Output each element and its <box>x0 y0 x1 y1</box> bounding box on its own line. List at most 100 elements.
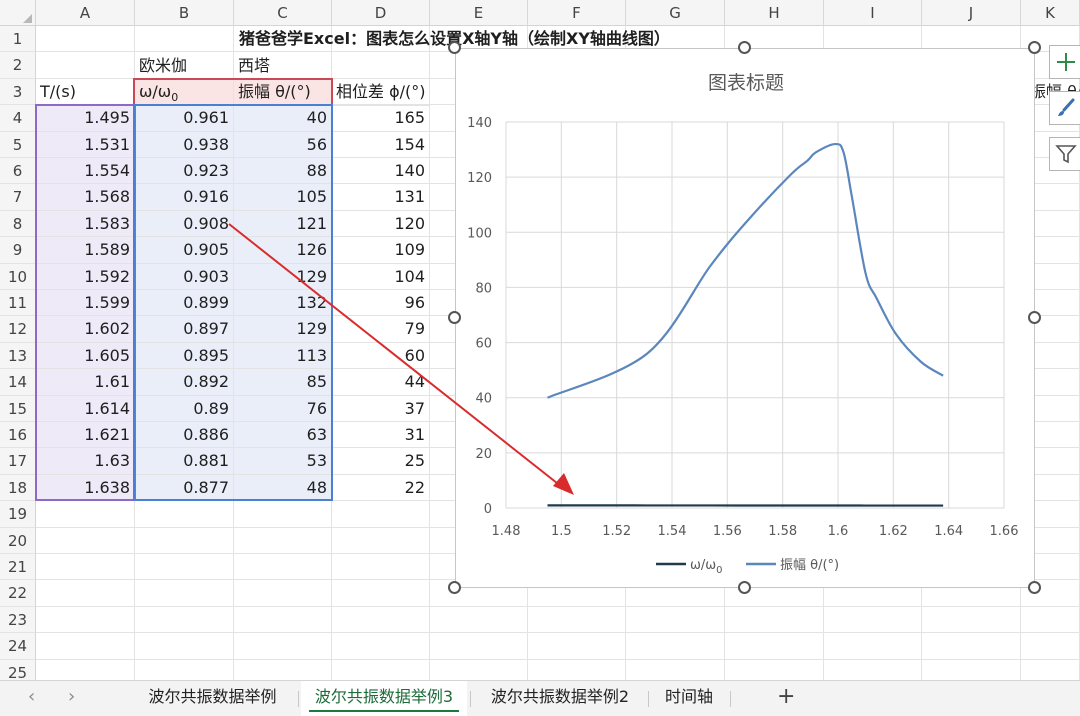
grid-cell[interactable] <box>332 554 430 581</box>
data-cell[interactable]: 1.614 <box>36 395 135 422</box>
tab-sheet-2[interactable]: 波尔共振数据举例2 <box>476 681 644 716</box>
data-cell[interactable]: 1.638 <box>36 474 135 502</box>
data-cell[interactable]: 1.531 <box>36 131 135 158</box>
prev-sheet-arrow[interactable]: ‹ <box>28 681 35 716</box>
grid-cell[interactable] <box>36 52 135 79</box>
row-number[interactable]: 5 <box>0 131 36 158</box>
grid-cell[interactable] <box>135 659 234 680</box>
grid-cell[interactable] <box>234 554 332 581</box>
data-cell[interactable]: 113 <box>234 342 332 370</box>
data-cell[interactable]: 129 <box>234 263 332 290</box>
column-header-d[interactable]: D <box>332 0 430 26</box>
column-header-c[interactable]: C <box>234 0 332 26</box>
data-cell[interactable]: 1.63 <box>36 448 135 475</box>
row-number[interactable]: 18 <box>0 474 36 502</box>
row-number[interactable]: 15 <box>0 395 36 422</box>
data-cell[interactable]: 0.961 <box>135 105 234 132</box>
b2-cell[interactable]: 欧米伽 <box>135 53 234 79</box>
grid-cell[interactable] <box>528 633 626 660</box>
row-number[interactable]: 6 <box>0 158 36 185</box>
resize-handle-bottom-right[interactable] <box>1028 581 1041 594</box>
row-number[interactable]: 13 <box>0 342 36 370</box>
row-number[interactable]: 24 <box>0 633 36 660</box>
data-cell[interactable]: 0.881 <box>135 448 234 475</box>
data-cell[interactable]: 48 <box>234 474 332 502</box>
resize-handle-top-center[interactable] <box>738 41 751 54</box>
row-number[interactable]: 3 <box>0 78 36 106</box>
grid-cell[interactable] <box>430 633 528 660</box>
select-all-corner[interactable] <box>0 0 36 26</box>
data-cell[interactable]: 1.602 <box>36 316 135 343</box>
grid-cell[interactable] <box>332 580 430 607</box>
data-cell[interactable]: 0.892 <box>135 369 234 396</box>
grid-cell[interactable] <box>626 606 725 634</box>
grid-cell[interactable] <box>332 501 430 528</box>
grid-cell[interactable] <box>922 633 1021 660</box>
data-cell[interactable]: 109 <box>332 237 430 264</box>
chart-object[interactable]: 图表标题 0 20 40 60 80 100 120 140 1.48 1.5 1.52 1.54 1.5… <box>455 48 1035 588</box>
data-cell[interactable]: 105 <box>234 184 332 211</box>
tab-sheet-3-active[interactable]: 波尔共振数据举例3 <box>301 681 467 716</box>
grid-cell[interactable] <box>234 633 332 660</box>
add-sheet-button[interactable]: + <box>777 681 795 716</box>
grid-cell[interactable] <box>332 606 430 634</box>
data-cell[interactable]: 1.599 <box>36 290 135 317</box>
data-cell[interactable]: 40 <box>234 105 332 132</box>
row-number[interactable]: 10 <box>0 263 36 290</box>
grid-cell[interactable] <box>135 26 234 53</box>
data-cell[interactable]: 0.905 <box>135 237 234 264</box>
data-cell[interactable]: 0.938 <box>135 131 234 158</box>
data-cell[interactable]: 96 <box>332 290 430 317</box>
tab-sheet-1[interactable]: 波尔共振数据举例 <box>135 681 290 716</box>
grid-cell[interactable] <box>528 659 626 680</box>
grid-cell[interactable] <box>36 606 135 634</box>
column-header-a[interactable]: A <box>36 0 135 26</box>
grid-cell[interactable] <box>332 527 430 554</box>
data-cell[interactable]: 121 <box>234 210 332 238</box>
data-cell[interactable]: 56 <box>234 131 332 158</box>
data-cell[interactable]: 140 <box>332 158 430 185</box>
grid-cell[interactable] <box>36 580 135 607</box>
grid-cell[interactable] <box>1021 659 1080 680</box>
data-cell[interactable]: 1.589 <box>36 237 135 264</box>
row-number[interactable]: 11 <box>0 290 36 317</box>
data-cell[interactable]: 0.89 <box>135 395 234 422</box>
chart-svg[interactable]: 图表标题 0 20 40 60 80 100 120 140 1.48 1.5 1.52 1.54 1.5… <box>456 49 1036 589</box>
chart-elements-button[interactable] <box>1049 45 1080 79</box>
data-cell[interactable]: 154 <box>332 131 430 158</box>
data-cell[interactable]: 120 <box>332 210 430 238</box>
grid-cell[interactable] <box>332 659 430 680</box>
data-cell[interactable]: 129 <box>234 316 332 343</box>
row-number[interactable]: 21 <box>0 554 36 581</box>
next-sheet-arrow[interactable]: › <box>68 681 75 716</box>
row-number[interactable]: 1 <box>0 26 36 53</box>
header-b-cell[interactable]: ω/ω0 <box>135 79 234 106</box>
grid-cell[interactable] <box>626 633 725 660</box>
data-cell[interactable]: 131 <box>332 184 430 211</box>
data-cell[interactable]: 79 <box>332 316 430 343</box>
data-cell[interactable]: 0.886 <box>135 422 234 449</box>
grid-cell[interactable] <box>36 554 135 581</box>
tab-timeline[interactable]: 时间轴 <box>653 681 725 716</box>
grid-cell[interactable] <box>234 501 332 528</box>
grid-cell[interactable] <box>332 52 430 79</box>
grid-cell[interactable] <box>922 659 1021 680</box>
resize-handle-top-right[interactable] <box>1028 41 1041 54</box>
grid-cell[interactable] <box>824 659 922 680</box>
grid-cell[interactable] <box>824 633 922 660</box>
grid-cell[interactable] <box>36 659 135 680</box>
data-cell[interactable]: 0.897 <box>135 316 234 343</box>
resize-handle-middle-right[interactable] <box>1028 311 1041 324</box>
data-cell[interactable]: 1.554 <box>36 158 135 185</box>
data-cell[interactable]: 88 <box>234 158 332 185</box>
column-header-j[interactable]: J <box>922 0 1021 26</box>
row-number[interactable]: 19 <box>0 501 36 528</box>
row-number[interactable]: 12 <box>0 316 36 343</box>
row-number[interactable]: 9 <box>0 237 36 264</box>
data-cell[interactable]: 0.899 <box>135 290 234 317</box>
grid-cell[interactable] <box>725 606 824 634</box>
row-number[interactable]: 7 <box>0 184 36 211</box>
grid-cell[interactable] <box>36 527 135 554</box>
grid-cell[interactable] <box>36 26 135 53</box>
row-number[interactable]: 4 <box>0 105 36 132</box>
